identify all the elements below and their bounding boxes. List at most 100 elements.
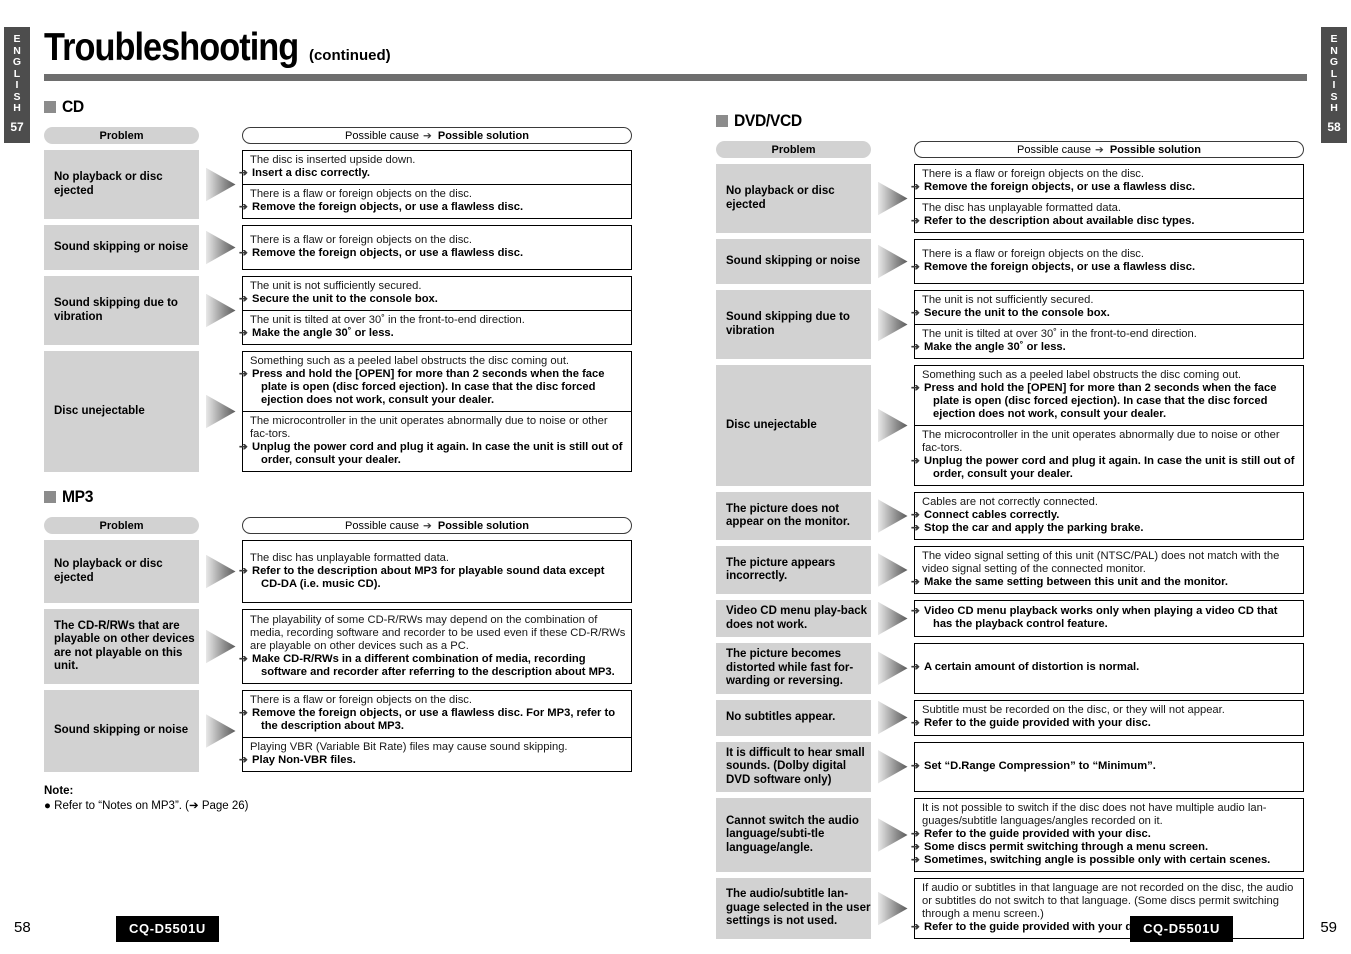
cause-solution-block: The video signal setting of this unit (N… <box>911 547 1303 593</box>
solution-line: ➔ Remove the foreign objects, or use a fl… <box>239 201 626 214</box>
solution-text: Insert a disc correctly. <box>252 167 370 179</box>
triangle-right-icon <box>877 181 908 216</box>
header-divider <box>44 74 1307 81</box>
cause-text: The playability of some CD-R/RWs may dep… <box>250 613 626 652</box>
cause-text: Cables are not correctly connected. <box>922 496 1098 508</box>
cause-solution-block: Cables are not correctly connected. ➔ Conn… <box>911 493 1303 539</box>
table-row: The picture appears incorrectly. The vide… <box>716 546 1304 594</box>
solution-cell: ➔ Set “D.Range Compression” to “Minimum”. <box>911 741 1304 792</box>
solution-line: ➔ Video CD menu playback works only when … <box>911 605 1298 631</box>
possible-solution-label: Possible solution <box>437 519 529 532</box>
problem-cell: The CD-R/RWs that are playable on other … <box>44 609 199 684</box>
language-tab-right: E N G L I S H 58 <box>1321 27 1347 143</box>
solution-cell: The playability of some CD-R/RWs may dep… <box>239 609 632 684</box>
cause-solution-block: The disc is inserted upside down. ➔ Insert… <box>239 151 631 184</box>
row-arrow-cell <box>199 609 242 684</box>
section-dvd-vcd: DVD/VCD Problem Possible cause ➔ Possible so… <box>716 110 1304 939</box>
solution-text: Make the angle 30˚ or less. <box>252 327 394 339</box>
tab-letter: I <box>1332 79 1336 91</box>
solution-cell: There is a flaw or foreign objects on th… <box>911 164 1304 233</box>
problem-cell: The picture does not appear on the monit… <box>716 492 871 540</box>
cause-text: There is a flaw or foreign objects on th… <box>250 234 472 246</box>
solution-column-header: Possible cause ➔ Possible solution <box>914 141 1304 158</box>
solution-cell: The video signal setting of this unit (N… <box>911 546 1304 594</box>
tab-page-number: 57 <box>10 119 24 134</box>
solution-column-header: Possible cause ➔ Possible solution <box>242 127 632 144</box>
table-row: The CD-R/RWs that are playable on other … <box>44 609 632 684</box>
solution-text: Remove the foreign objects, or use a fla… <box>924 261 1196 273</box>
cause-text: The unit is not sufficiently secured. <box>250 280 422 292</box>
row-arrow-cell <box>871 492 914 540</box>
model-badge-left: CQ-D5501U <box>116 916 219 942</box>
table-row: Video CD menu play-back does not work. ➔ V… <box>716 600 1304 637</box>
solution-text: Refer to the guide provided with your di… <box>924 717 1151 729</box>
note-block: Note: ● Refer to “Notes on MP3”. (➔ Page … <box>44 784 632 814</box>
cause-text: The disc has unplayable formatted data. <box>922 202 1122 214</box>
solution-text: Sometimes, switching angle is possible o… <box>924 854 1271 866</box>
solution-text: Play Non-VBR files. <box>252 754 356 766</box>
triangle-right-icon <box>877 244 908 279</box>
problem-cell: Sound skipping or noise <box>44 690 199 772</box>
cause-solution-block: The unit is not sufficiently secured. ➔ Se… <box>239 277 631 310</box>
cause-solution-block: There is a flaw or foreign objects on th… <box>239 226 631 269</box>
row-arrow-cell <box>871 546 914 594</box>
cause-solution-block: There is a flaw or foreign objects on th… <box>239 691 631 737</box>
note-item: ● Refer to “Notes on MP3”. (➔ Page 26) <box>44 799 632 814</box>
triangle-right-icon <box>877 651 908 686</box>
solution-cell: Subtitle must be recorded on the disc, o… <box>911 699 1304 736</box>
solution-line: ➔ Refer to the description about availabl… <box>911 215 1298 228</box>
cause-text: The video signal setting of this unit (N… <box>922 550 1280 575</box>
solution-line: ➔ Remove the foreign objects, or use a fl… <box>239 247 626 260</box>
solution-cell: The disc has unplayable formatted data. ➔… <box>239 540 632 603</box>
header-spacer <box>199 127 242 144</box>
solution-line: ➔ Remove the foreign objects, or use a fl… <box>911 181 1298 194</box>
cause-solution-block: It is not possible to switch if the disc… <box>911 799 1303 871</box>
page-title-continued: (continued) <box>308 47 391 64</box>
section-heading: DVD/VCD <box>716 110 1304 132</box>
row-arrow-cell <box>199 150 242 219</box>
problem-cell: Sound skipping or noise <box>716 239 871 284</box>
solution-line: ➔ Unplug the power cord and plug it again… <box>239 441 626 467</box>
row-arrow-cell <box>871 365 914 486</box>
section-title: MP3 <box>62 487 94 506</box>
tab-letter: G <box>1329 56 1339 68</box>
triangle-right-icon <box>205 293 236 328</box>
tab-letter: E <box>1330 33 1338 45</box>
footer-page-number-left: 58 <box>14 919 31 936</box>
title-row: Troubleshooting (continued) <box>44 28 1307 68</box>
footer-page-number-right: 59 <box>1320 919 1337 936</box>
section-title: DVD/VCD <box>734 111 802 130</box>
solution-text: Unplug the power cord and plug it again.… <box>252 441 623 466</box>
section-cd: CD Problem Possible cause ➔ Possible solutio… <box>44 96 632 472</box>
cause-text: The unit is tilted at over 30˚ in the fr… <box>922 328 1197 340</box>
triangle-right-icon <box>877 499 908 533</box>
solution-line: ➔ Make CD-R/RWs in a different combinatio… <box>239 653 626 679</box>
cause-text: The microcontroller in the unit operates… <box>922 429 1280 454</box>
solution-line: ➔ Connect cables correctly. <box>911 509 1298 522</box>
cause-text: There is a flaw or foreign objects on th… <box>922 168 1144 180</box>
solution-line: ➔ Insert a disc correctly. <box>239 167 626 180</box>
solution-text: Press and hold the [OPEN] for more than … <box>924 382 1277 420</box>
section-mp3: MP3 Problem Possible cause ➔ Possible soluti… <box>44 486 632 772</box>
solution-line: ➔ Secure the unit to the console box. <box>911 307 1298 320</box>
solution-text: Remove the foreign objects, or use a fla… <box>924 181 1196 193</box>
note-item-text: Refer to “Notes on MP3”. (➔ Page 26) <box>54 800 249 812</box>
cause-solution-block: The unit is not sufficiently secured. ➔ Se… <box>911 291 1303 324</box>
solution-column-header: Possible cause ➔ Possible solution <box>242 517 632 534</box>
solution-text: Secure the unit to the console box. <box>924 307 1110 319</box>
arrow-right-icon: ➔ <box>1095 143 1104 156</box>
solution-text: Press and hold the [OPEN] for more than … <box>252 368 605 406</box>
table-row: Disc unejectable Something such as a peel… <box>44 351 632 472</box>
cause-text: If audio or subtitles in that language a… <box>922 882 1294 920</box>
solution-line: ➔ Make the same setting between this unit… <box>911 576 1298 589</box>
triangle-right-icon <box>877 601 908 636</box>
left-column: CD Problem Possible cause ➔ Possible solutio… <box>44 96 632 814</box>
row-arrow-cell <box>871 798 914 872</box>
row-arrow-cell <box>199 690 242 772</box>
solution-cell: There is a flaw or foreign objects on th… <box>239 690 632 772</box>
table-row: Sound skipping or noise There is a flaw o… <box>716 239 1304 284</box>
cause-text: The disc has unplayable formatted data. <box>250 551 450 564</box>
table-row: Sound skipping or noise There is a flaw o… <box>44 690 632 772</box>
row-arrow-cell <box>199 276 242 345</box>
tab-letter: I <box>15 79 19 91</box>
